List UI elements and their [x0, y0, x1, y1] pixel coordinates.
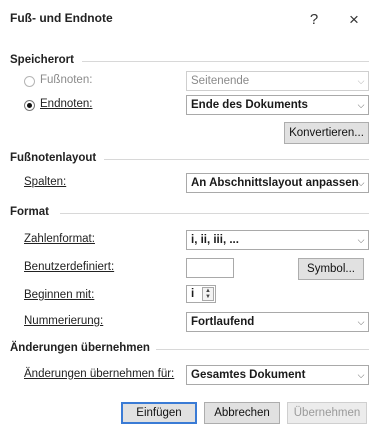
close-button[interactable]: × — [339, 8, 369, 32]
endnotes-label: Endnoten: — [40, 98, 93, 110]
start-at-value: i — [191, 288, 195, 300]
section-location: Speicherort — [0, 54, 369, 67]
footnotes-position-value: Seitenende — [191, 75, 250, 87]
apply-to-value: Gesamtes Dokument — [191, 369, 306, 381]
convert-button[interactable]: Konvertieren... — [284, 122, 369, 144]
footnotes-position-select[interactable]: Seitenende ⌵ — [186, 71, 369, 91]
footnote-endnote-dialog: Fuß- und Endnote ? × Speicherort Fußnote… — [0, 0, 369, 427]
chevron-down-icon: ⌵ — [357, 370, 365, 380]
endnotes-position-select[interactable]: Ende des Dokuments ⌵ — [186, 95, 369, 115]
custom-mark-input[interactable] — [186, 258, 234, 278]
columns-label: Spalten: — [24, 176, 67, 188]
start-at-label: Beginnen mit: — [24, 289, 95, 301]
section-layout: Fußnotenlayout — [0, 152, 369, 165]
custom-mark-label: Benutzerdefiniert: — [24, 261, 115, 273]
spin-down-icon[interactable]: ▼ — [203, 294, 213, 300]
numbering-select[interactable]: Fortlaufend ⌵ — [186, 312, 369, 332]
number-format-select[interactable]: i, ii, iii, ... ⌵ — [186, 230, 369, 250]
columns-select[interactable]: An Abschnittslayout anpassen ⌵ — [186, 173, 369, 193]
numbering-value: Fortlaufend — [191, 316, 255, 328]
section-divider — [104, 159, 369, 160]
section-layout-title: Fußnotenlayout — [10, 152, 103, 164]
columns-value: An Abschnittslayout anpassen — [191, 177, 359, 189]
apply-to-label: Änderungen übernehmen für: — [24, 368, 175, 380]
insert-button[interactable]: Einfügen — [121, 402, 197, 424]
chevron-down-icon: ⌵ — [357, 235, 365, 245]
chevron-down-icon: ⌵ — [357, 317, 365, 327]
section-location-title: Speicherort — [10, 54, 80, 66]
section-divider — [82, 61, 369, 62]
number-format-value: i, ii, iii, ... — [191, 234, 239, 246]
endnotes-radio[interactable] — [24, 100, 35, 111]
endnotes-position-value: Ende des Dokuments — [191, 99, 308, 111]
dialog-title: Fuß- und Endnote — [10, 11, 113, 25]
title-bar: Fuß- und Endnote ? × — [0, 0, 369, 40]
symbol-button[interactable]: Symbol... — [298, 258, 364, 280]
section-divider — [154, 349, 369, 350]
chevron-down-icon: ⌵ — [357, 178, 365, 188]
footnotes-label: Fußnoten: — [40, 74, 93, 86]
apply-to-select[interactable]: Gesamtes Dokument ⌵ — [186, 365, 369, 385]
radio-selected-dot — [27, 103, 32, 108]
numbering-label: Nummerierung: — [24, 315, 104, 327]
start-at-spinner[interactable]: ▲ ▼ — [202, 287, 214, 301]
footnotes-radio[interactable] — [24, 76, 35, 87]
section-format-title: Format — [10, 206, 55, 218]
chevron-down-icon: ⌵ — [357, 76, 365, 86]
chevron-down-icon: ⌵ — [357, 100, 365, 110]
section-divider — [60, 213, 369, 214]
help-button[interactable]: ? — [299, 8, 329, 32]
apply-button[interactable]: Übernehmen — [287, 402, 367, 424]
section-apply: Änderungen übernehmen — [0, 342, 369, 355]
section-apply-title: Änderungen übernehmen — [10, 342, 156, 354]
cancel-button[interactable]: Abbrechen — [204, 402, 280, 424]
section-format: Format — [0, 206, 369, 219]
number-format-label: Zahlenformat: — [24, 233, 95, 245]
